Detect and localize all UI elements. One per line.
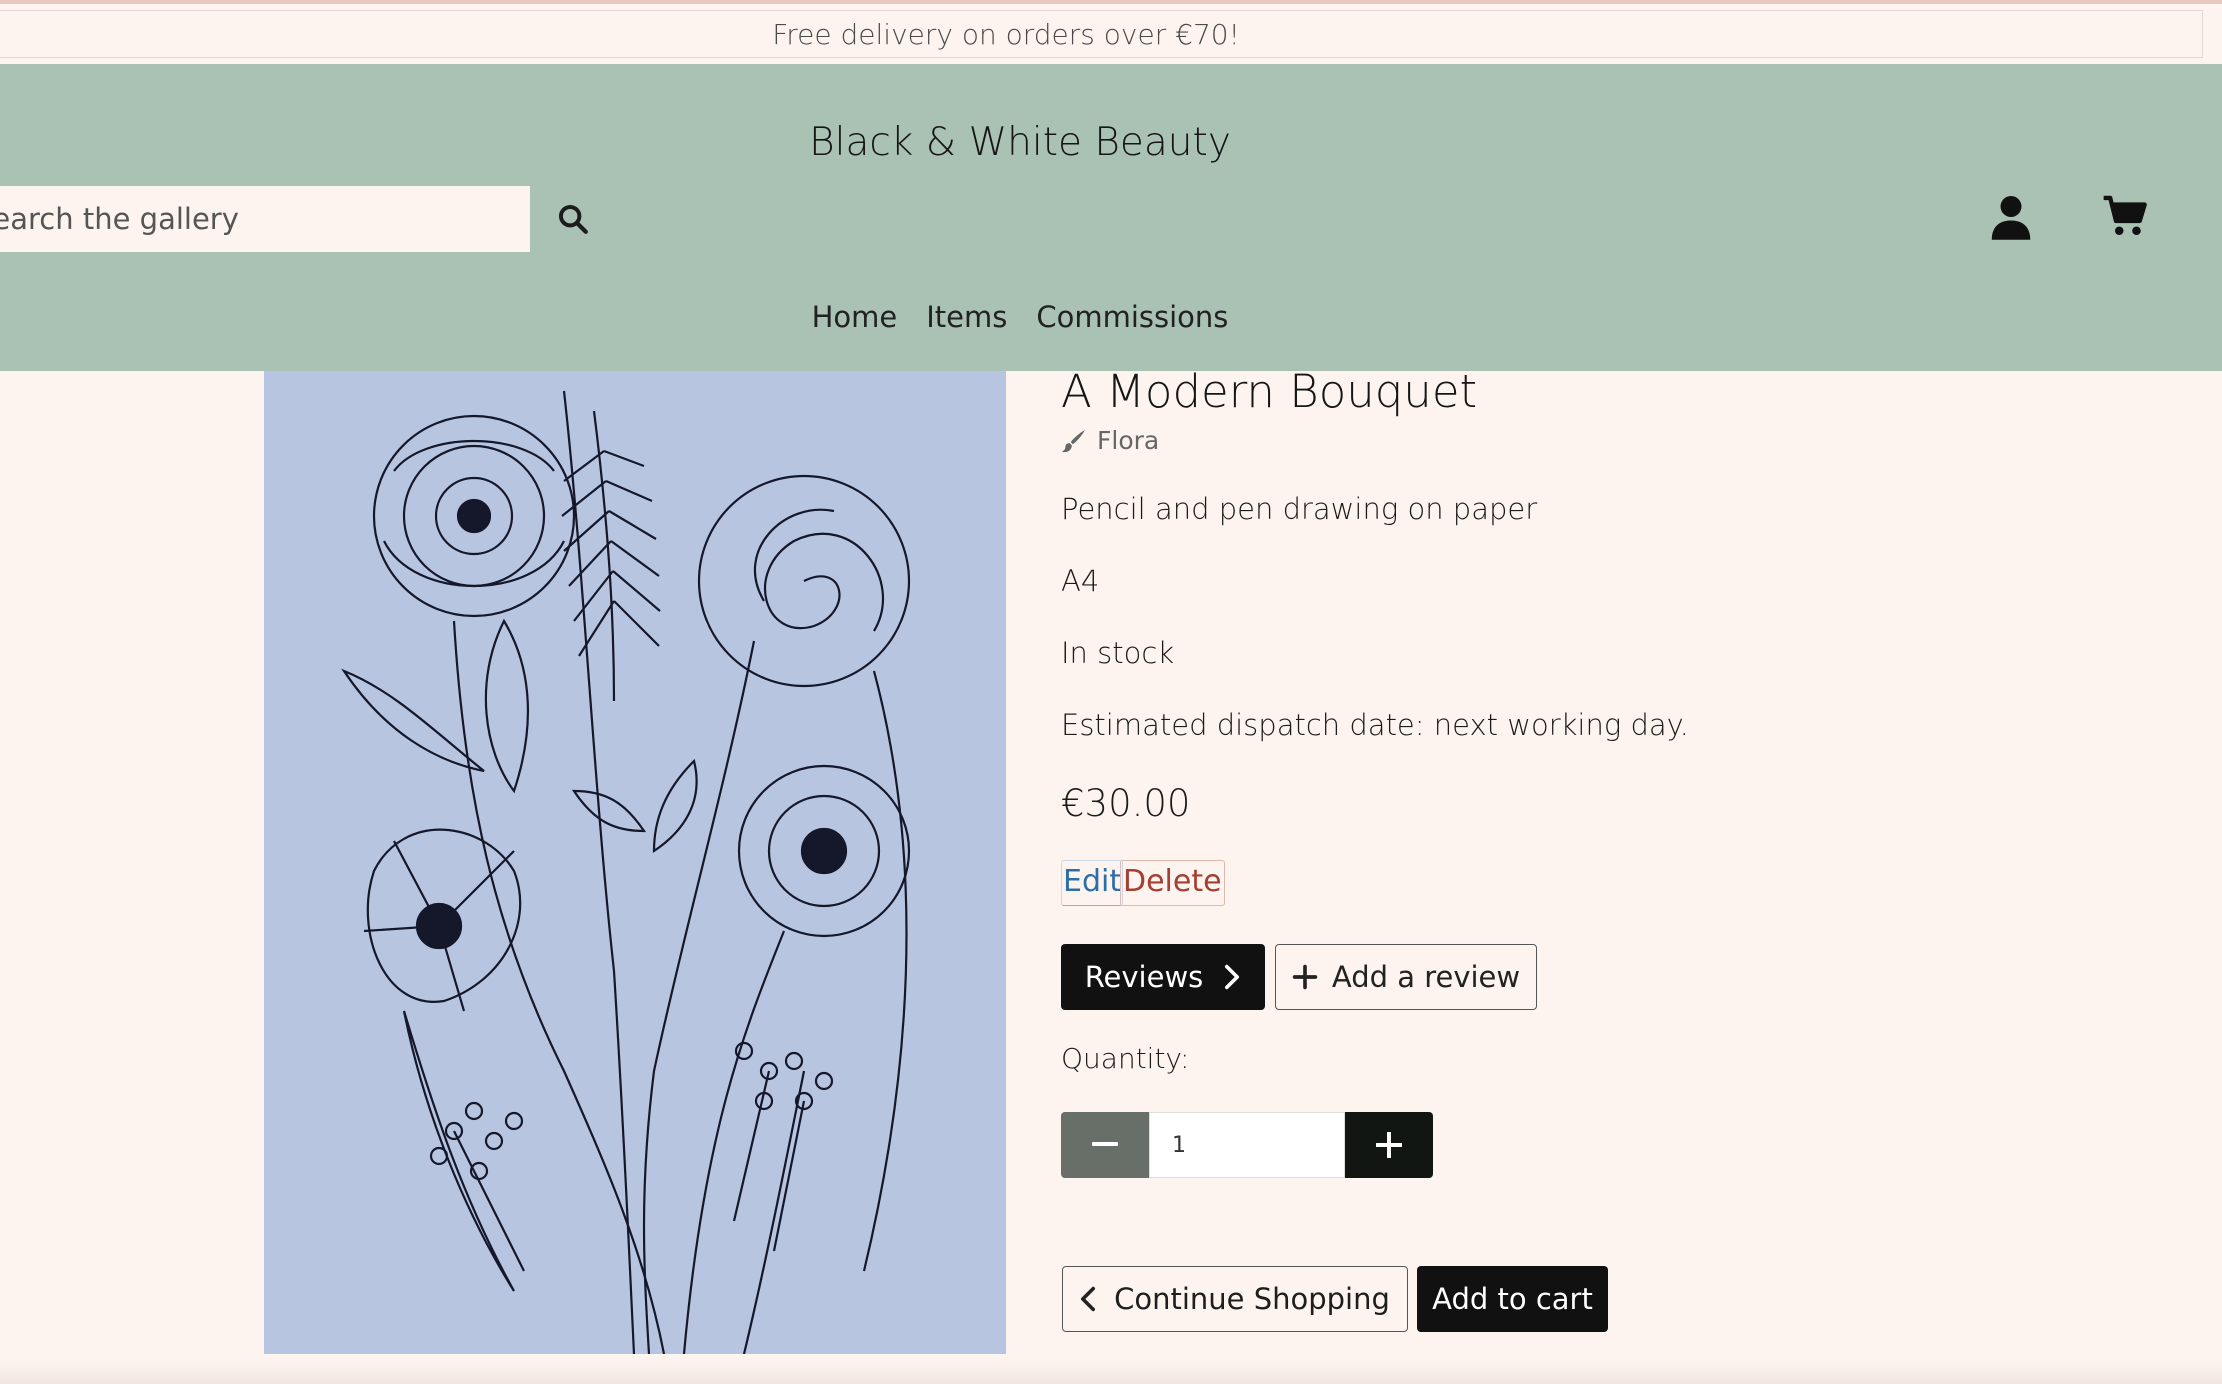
site-header: Black & White Beauty Home Items Commissi… xyxy=(0,64,2222,371)
minus-icon xyxy=(1092,1142,1118,1146)
main-nav: Home Items Commissions xyxy=(0,300,2040,334)
product-price: €30.00 xyxy=(1061,782,1191,825)
product-title: A Modern Bouquet xyxy=(1061,365,1478,418)
nav-home[interactable]: Home xyxy=(812,300,898,334)
site-brand[interactable]: Black & White Beauty xyxy=(0,120,2040,165)
dispatch-info: Estimated dispatch date: next working da… xyxy=(1061,708,1689,742)
quantity-label: Quantity: xyxy=(1061,1042,1190,1075)
account-button[interactable] xyxy=(1990,194,2032,240)
chevron-left-icon xyxy=(1081,1286,1096,1312)
reviews-button[interactable]: Reviews xyxy=(1061,944,1265,1010)
decrement-quantity-button[interactable] xyxy=(1061,1112,1149,1178)
delivery-banner: Free delivery on orders over €70! xyxy=(0,10,2203,58)
cart-button[interactable] xyxy=(2102,194,2150,240)
bottom-shadow xyxy=(0,1358,2222,1384)
reviews-button-label: Reviews xyxy=(1084,960,1204,994)
quantity-input[interactable] xyxy=(1149,1112,1345,1178)
add-to-cart-button[interactable]: Add to cart xyxy=(1417,1266,1608,1332)
continue-shopping-label: Continue Shopping xyxy=(1114,1282,1390,1316)
product-size: A4 xyxy=(1061,564,1100,598)
add-to-cart-label: Add to cart xyxy=(1432,1282,1593,1316)
stock-status: In stock xyxy=(1061,636,1175,670)
search-button[interactable] xyxy=(552,198,594,240)
delivery-banner-text: Free delivery on orders over €70! xyxy=(772,17,1240,51)
plus-icon xyxy=(1376,1132,1402,1158)
add-review-button[interactable]: Add a review xyxy=(1275,944,1537,1010)
continue-shopping-button[interactable]: Continue Shopping xyxy=(1062,1266,1408,1332)
flower-drawing-illustration xyxy=(264,371,1006,1354)
search-icon xyxy=(558,204,588,234)
add-review-button-label: Add a review xyxy=(1331,960,1521,994)
nav-items[interactable]: Items xyxy=(926,300,1007,334)
shopping-cart-icon xyxy=(2103,195,2147,236)
user-icon xyxy=(1991,196,2031,240)
product-category: Flora xyxy=(1097,426,1160,455)
product-category-link[interactable]: Flora xyxy=(1061,426,1159,455)
paintbrush-icon xyxy=(1062,429,1085,452)
top-accent-line xyxy=(0,0,2222,4)
edit-product-link[interactable]: Edit xyxy=(1061,860,1124,906)
increment-quantity-button[interactable] xyxy=(1345,1112,1433,1178)
search-input[interactable] xyxy=(0,186,530,252)
product-image xyxy=(264,371,1006,1354)
nav-commissions[interactable]: Commissions xyxy=(1036,300,1228,334)
chevron-right-icon xyxy=(1225,964,1240,990)
delete-product-link[interactable]: Delete xyxy=(1120,860,1225,906)
product-medium: Pencil and pen drawing on paper xyxy=(1061,492,1538,526)
plus-icon xyxy=(1292,964,1318,990)
